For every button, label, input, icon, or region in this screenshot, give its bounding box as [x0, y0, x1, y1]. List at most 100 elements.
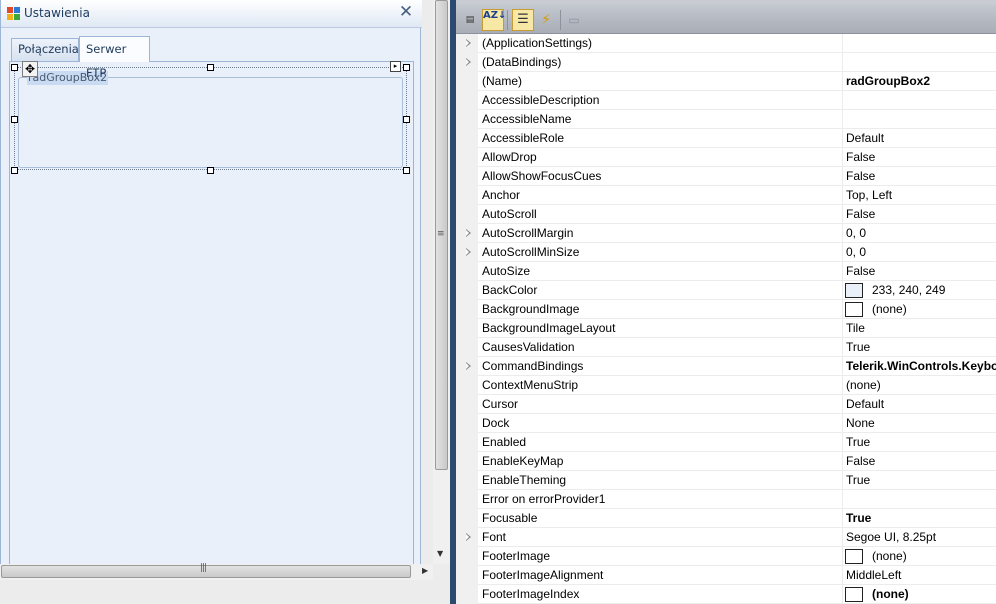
row-gutter: [456, 452, 478, 471]
row-gutter: [456, 91, 478, 110]
property-name: (Name): [482, 74, 523, 88]
rad-group-box[interactable]: radGroupBox2: [14, 67, 407, 170]
property-row[interactable]: BackgroundImageLayout Tile: [456, 319, 996, 338]
property-value[interactable]: None: [846, 416, 996, 430]
property-row[interactable]: AllowShowFocusCues False: [456, 167, 996, 186]
property-name: EnableTheming: [482, 473, 567, 487]
property-value[interactable]: False: [846, 169, 996, 183]
expand-arrow-icon[interactable]: [466, 39, 471, 47]
property-name: Cursor: [482, 397, 519, 411]
resize-handle-top[interactable]: [207, 64, 214, 71]
property-value[interactable]: 233, 240, 249: [872, 283, 996, 297]
expand-arrow-icon[interactable]: [466, 533, 471, 541]
property-row[interactable]: FooterImageAlignment MiddleLeft: [456, 566, 996, 585]
property-row[interactable]: (DataBindings): [456, 53, 996, 72]
move-icon[interactable]: ✥: [22, 61, 38, 77]
events-icon[interactable]: ⚡: [535, 9, 557, 31]
property-row[interactable]: ContextMenuStrip (none): [456, 376, 996, 395]
expand-arrow-icon[interactable]: [466, 229, 471, 237]
property-value[interactable]: True: [846, 340, 996, 354]
resize-handle-left[interactable]: [11, 116, 18, 123]
property-value[interactable]: Default: [846, 397, 996, 411]
property-row[interactable]: AutoScroll False: [456, 205, 996, 224]
property-row[interactable]: (ApplicationSettings): [456, 34, 996, 53]
property-value[interactable]: False: [846, 207, 996, 221]
property-value[interactable]: (none): [872, 302, 996, 316]
row-gutter: [456, 471, 478, 490]
property-value[interactable]: MiddleLeft: [846, 568, 996, 582]
property-value[interactable]: (none): [846, 378, 996, 392]
resize-handle-right[interactable]: [403, 116, 410, 123]
property-value[interactable]: False: [846, 150, 996, 164]
property-name: BackgroundImage: [482, 302, 580, 316]
tab-polaczenia[interactable]: Połączenia: [11, 38, 79, 61]
smart-tag-icon[interactable]: ▸: [390, 61, 401, 72]
designer-vertical-scrollbar[interactable]: ≡ ▼: [433, 0, 450, 564]
property-value[interactable]: 0, 0: [846, 245, 996, 259]
property-row[interactable]: CommandBindings Telerik.WinControls.Keybo…: [456, 357, 996, 376]
resize-handle-bottom-right[interactable]: [403, 167, 410, 174]
resize-handle-bottom[interactable]: [207, 167, 214, 174]
property-row[interactable]: EnableKeyMap False: [456, 452, 996, 471]
property-row[interactable]: AccessibleDescription: [456, 91, 996, 110]
property-value[interactable]: Telerik.WinControls.Keyboa: [846, 359, 996, 373]
expand-arrow-icon[interactable]: [466, 58, 471, 66]
property-value[interactable]: True: [846, 435, 996, 449]
resize-handle-bottom-left[interactable]: [11, 167, 18, 174]
column-separator: [842, 376, 843, 395]
property-row[interactable]: Font Segoe UI, 8.25pt: [456, 528, 996, 547]
property-row[interactable]: Error on errorProvider1: [456, 490, 996, 509]
property-row[interactable]: AccessibleRole Default: [456, 129, 996, 148]
property-row[interactable]: AutoSize False: [456, 262, 996, 281]
property-value[interactable]: True: [846, 511, 996, 525]
resize-handle-top-left[interactable]: [11, 64, 18, 71]
designed-form[interactable]: Ustawienia ✕ Połączenia Serwer FTP radGr…: [0, 0, 422, 565]
row-gutter: [456, 338, 478, 357]
row-gutter: [456, 300, 478, 319]
property-value[interactable]: (none): [872, 587, 996, 601]
property-row[interactable]: AccessibleName: [456, 110, 996, 129]
scroll-right-icon[interactable]: ▶: [422, 566, 428, 575]
expand-arrow-icon[interactable]: [466, 362, 471, 370]
resize-handle-top-right[interactable]: [403, 64, 410, 71]
property-row[interactable]: Dock None: [456, 414, 996, 433]
row-gutter: [456, 205, 478, 224]
property-value[interactable]: True: [846, 473, 996, 487]
toolbar-separator: [560, 10, 561, 30]
property-value[interactable]: Tile: [846, 321, 996, 335]
property-value[interactable]: Top, Left: [846, 188, 996, 202]
property-row[interactable]: Focusable True: [456, 509, 996, 528]
property-row[interactable]: BackgroundImage (none): [456, 300, 996, 319]
property-row[interactable]: AutoScrollMinSize 0, 0: [456, 243, 996, 262]
property-value[interactable]: 0, 0: [846, 226, 996, 240]
property-row[interactable]: Anchor Top, Left: [456, 186, 996, 205]
scroll-down-icon[interactable]: ▼: [437, 549, 443, 558]
property-row[interactable]: CausesValidation True: [456, 338, 996, 357]
property-row[interactable]: AllowDrop False: [456, 148, 996, 167]
categorized-icon[interactable]: ▤: [459, 9, 481, 31]
properties-icon[interactable]: ☰: [512, 9, 534, 31]
property-row[interactable]: FooterImage (none): [456, 547, 996, 566]
alphabetical-sort-icon[interactable]: AZ↓: [482, 9, 506, 31]
property-value[interactable]: radGroupBox2: [846, 74, 996, 88]
property-row[interactable]: (Name) radGroupBox2: [456, 72, 996, 91]
property-row[interactable]: EnableTheming True: [456, 471, 996, 490]
property-value[interactable]: (none): [872, 549, 996, 563]
property-row[interactable]: BackColor 233, 240, 249: [456, 281, 996, 300]
property-value[interactable]: False: [846, 264, 996, 278]
property-row[interactable]: AutoScrollMargin 0, 0: [456, 224, 996, 243]
row-gutter: [456, 281, 478, 300]
property-row[interactable]: FooterImageIndex (none): [456, 585, 996, 604]
property-value[interactable]: Segoe UI, 8.25pt: [846, 530, 996, 544]
property-value[interactable]: Default: [846, 131, 996, 145]
row-gutter: [456, 243, 478, 262]
property-row[interactable]: Cursor Default: [456, 395, 996, 414]
tab-serwer-ftp[interactable]: Serwer FTP: [79, 36, 150, 80]
designer-horizontal-scrollbar[interactable]: ||| ▶: [0, 563, 433, 580]
property-pages-icon[interactable]: ▭: [563, 9, 585, 31]
color-swatch: [845, 283, 863, 298]
close-icon[interactable]: ✕: [397, 3, 415, 21]
property-value[interactable]: False: [846, 454, 996, 468]
property-row[interactable]: Enabled True: [456, 433, 996, 452]
expand-arrow-icon[interactable]: [466, 248, 471, 256]
